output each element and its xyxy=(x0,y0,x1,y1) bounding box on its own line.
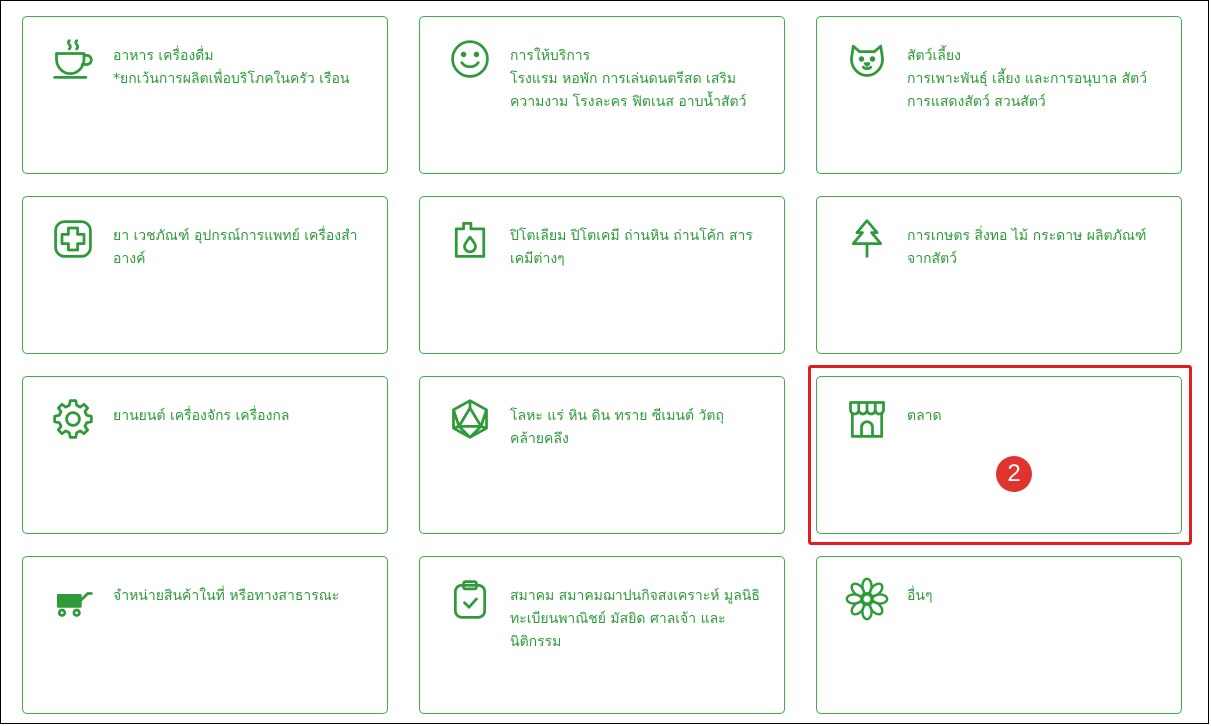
category-description: *ยกเว้นการผลิตเพื่อบริโภคในครัว เรือน xyxy=(113,71,350,87)
category-card-others[interactable]: อื่นๆ xyxy=(816,556,1182,714)
category-card-market[interactable]: ตลาด xyxy=(816,376,1182,534)
category-card-associations-foundations[interactable]: สมาคม สมาคมฌาปนกิจสงเคราะห์ มูลนิธิ ทะเบ… xyxy=(419,556,785,714)
category-card-pets[interactable]: สัตว์เลี้ยง การเพาะพันธุ์ เลี้ยง และการอ… xyxy=(816,16,1182,174)
category-card-food-drink[interactable]: อาหาร เครื่องดื่ม *ยกเว้นการผลิตเพื่อบริ… xyxy=(22,16,388,174)
category-card-petroleum-chemicals[interactable]: ปิโตเลียม ปิโตเคมี ถ่านหิน ถ่านโค้ก สารเ… xyxy=(419,196,785,354)
category-title: จำหน่ายสินค้าในที่ หรือทางสาธารณะ xyxy=(113,588,340,604)
category-card-public-vending[interactable]: จำหน่ายสินค้าในที่ หรือทางสาธารณะ xyxy=(22,556,388,714)
category-title: อาหาร เครื่องดื่ม xyxy=(113,48,214,64)
tree-icon xyxy=(843,217,891,265)
category-grid: อาหาร เครื่องดื่ม *ยกเว้นการผลิตเพื่อบริ… xyxy=(0,0,1209,724)
clipboard-check-icon xyxy=(446,577,494,625)
polyhedron-gem-icon xyxy=(446,397,494,445)
category-card-medicine-cosmetics[interactable]: ยา เวชภัณฑ์ อุปกรณ์การแพทย์ เครื่องสำอาง… xyxy=(22,196,388,354)
category-title: อื่นๆ xyxy=(907,588,933,604)
category-card-services[interactable]: การให้บริการ โรงแรม หอพัก การเล่นดนตรีสด… xyxy=(419,16,785,174)
category-card-minerals-cement[interactable]: โลหะ แร่ หิน ดิน ทราย ซีเมนต์ วัตถุคล้าย… xyxy=(419,376,785,534)
category-title: ยา เวชภัณฑ์ อุปกรณ์การแพทย์ เครื่องสำอาง… xyxy=(113,228,358,267)
category-title: สัตว์เลี้ยง xyxy=(907,48,961,64)
medical-cross-icon xyxy=(49,217,97,265)
category-title: ตลาด xyxy=(907,408,942,424)
market-store-icon xyxy=(843,397,891,445)
category-title: การให้บริการ xyxy=(510,48,591,64)
oil-can-drop-icon xyxy=(446,217,494,265)
category-title: การเกษตร สิ่งทอ ไม้ กระดาษ ผลิตภัณฑ์จากส… xyxy=(907,228,1147,267)
category-title: ปิโตเลียม ปิโตเคมี ถ่านหิน ถ่านโค้ก สารเ… xyxy=(510,228,753,267)
gear-icon xyxy=(49,397,97,445)
category-title: ยานยนต์ เครื่องจักร เครื่องกล xyxy=(113,408,290,424)
category-card-vehicles-machinery[interactable]: ยานยนต์ เครื่องจักร เครื่องกล xyxy=(22,376,388,534)
category-card-agriculture-textile[interactable]: การเกษตร สิ่งทอ ไม้ กระดาษ ผลิตภัณฑ์จากส… xyxy=(816,196,1182,354)
step-number-badge: 2 xyxy=(996,456,1032,492)
coffee-cup-icon xyxy=(49,37,97,85)
flower-icon xyxy=(843,577,891,625)
category-description: โรงแรม หอพัก การเล่นดนตรีสด เสริมความงาม… xyxy=(510,71,747,110)
dog-face-icon xyxy=(843,37,891,85)
category-description: การเพาะพันธุ์ เลี้ยง และการอนุบาล สัตว์ … xyxy=(907,71,1148,110)
vendor-cart-icon xyxy=(49,577,97,625)
category-title: สมาคม สมาคมฌาปนกิจสงเคราะห์ มูลนิธิ ทะเบ… xyxy=(510,588,760,650)
category-title: โลหะ แร่ หิน ดิน ทราย ซีเมนต์ วัตถุคล้าย… xyxy=(510,408,724,447)
smiley-face-icon xyxy=(446,37,494,85)
